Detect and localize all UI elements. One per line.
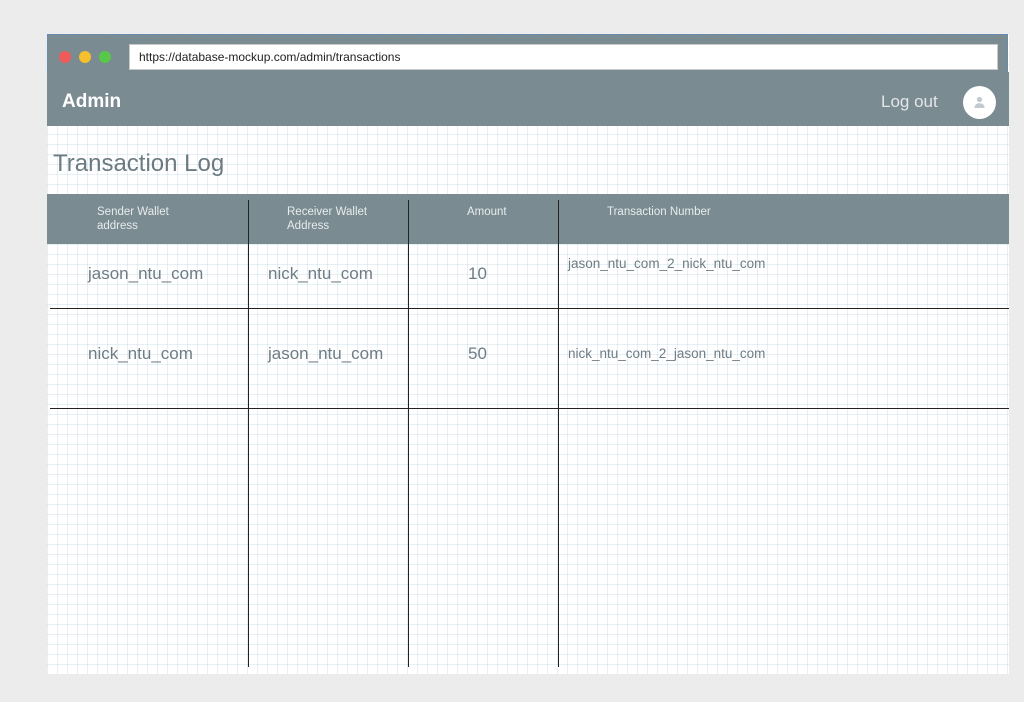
avatar[interactable] (963, 86, 996, 119)
user-icon (974, 96, 985, 108)
column-header-transaction-number[interactable]: Transaction Number (607, 205, 807, 219)
maximize-window-icon[interactable] (99, 51, 111, 63)
table-row[interactable]: nick_ntu_com jason_ntu_com 50 nick_ntu_c… (47, 309, 1009, 408)
column-header-amount[interactable]: Amount (467, 205, 577, 219)
close-window-icon[interactable] (59, 51, 71, 63)
row-divider (50, 408, 1009, 409)
app-header: Admin Log out (47, 72, 1009, 126)
table-header: Sender Wallet address Receiver Wallet Ad… (47, 194, 1009, 244)
receiver-cell: jason_ntu_com (268, 344, 384, 363)
page-title: Transaction Log (53, 150, 225, 177)
amount-cell: 10 (468, 264, 487, 283)
amount-cell: 50 (468, 344, 487, 363)
column-header-receiver[interactable]: Receiver Wallet Address (287, 205, 397, 233)
receiver-cell: nick_ntu_com (268, 264, 373, 283)
sender-cell: jason_ntu_com (88, 264, 204, 283)
sender-cell: nick_ntu_com (88, 344, 193, 363)
minimize-window-icon[interactable] (79, 51, 91, 63)
transaction-number-cell: jason_ntu_com_2_nick_ntu_com (568, 256, 766, 271)
brand-title: Admin (62, 91, 122, 112)
table-row[interactable]: jason_ntu_com nick_ntu_com 10 jason_ntu_… (47, 244, 1009, 308)
column-header-sender[interactable]: Sender Wallet address (97, 205, 207, 233)
transaction-number-cell: nick_ntu_com_2_jason_ntu_com (568, 346, 766, 361)
browser-window: https://database-mockup.com/admin/transa… (47, 34, 1009, 674)
address-bar[interactable]: https://database-mockup.com/admin/transa… (129, 44, 998, 70)
logout-link[interactable]: Log out (881, 92, 938, 112)
